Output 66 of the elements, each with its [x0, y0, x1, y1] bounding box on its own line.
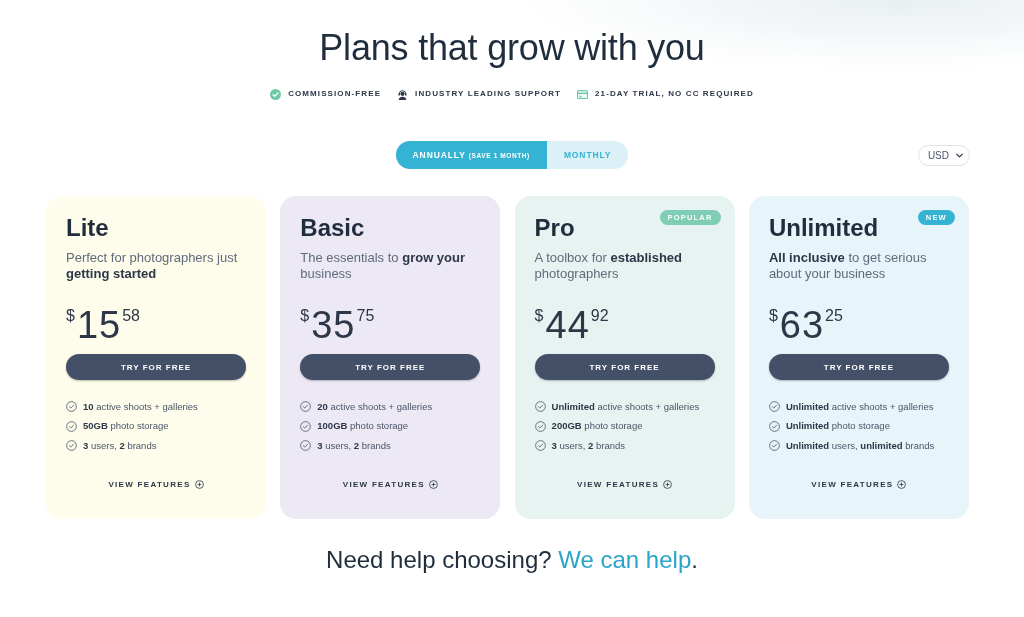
currency-select[interactable]: USD: [917, 144, 970, 166]
feature-text: Unlimited active shoots + galleries: [551, 400, 700, 413]
feature-text: 100GB photo storage: [317, 420, 409, 433]
check-circle-icon: [300, 401, 312, 413]
try-for-free-button[interactable]: TRY FOR FREE: [768, 354, 949, 380]
plan-name: Lite: [66, 213, 109, 243]
check-circle-icon: [270, 88, 282, 100]
highlight-label: COMMISSION-FREE: [288, 88, 382, 100]
check-circle-icon: [768, 420, 780, 432]
feature-text: Unlimited users, unlimited brands: [785, 439, 935, 452]
plus-circle-icon: [194, 480, 204, 489]
help-text: Need help choosing? We can help.: [326, 545, 698, 575]
price-amount: 63: [779, 304, 825, 346]
feature-text: 3 users, 2 brands: [317, 439, 391, 452]
check-circle-icon: [534, 420, 546, 432]
check-circle-icon: [300, 420, 312, 432]
try-for-free-button[interactable]: TRY FOR FREE: [534, 354, 715, 380]
feature-text: Unlimited active shoots + galleries: [785, 400, 934, 413]
feature-text: 10 active shoots + galleries: [83, 400, 198, 413]
view-features-link[interactable]: VIEW FEATURES: [811, 476, 907, 493]
feature-text: 3 users, 2 brands: [551, 439, 626, 452]
feature-text: 200GB photo storage: [551, 420, 643, 433]
price-amount: 35: [311, 304, 356, 346]
currency-symbol: $: [66, 307, 75, 325]
feature-text: 20 active shoots + galleries: [317, 400, 433, 413]
plan-description: A toolbox for established photographers: [534, 250, 683, 282]
credit-card-icon: [577, 88, 589, 100]
plan-name: Unlimited: [768, 213, 879, 243]
plan-name: Pro: [534, 213, 575, 243]
check-circle-icon: [300, 440, 312, 452]
try-for-free-button[interactable]: TRY FOR FREE: [66, 354, 246, 380]
try-for-free-button[interactable]: TRY FOR FREE: [300, 354, 481, 380]
plus-circle-icon: [897, 480, 907, 489]
plus-circle-icon: [428, 480, 438, 489]
price-cents: 58: [122, 307, 140, 325]
view-features-link[interactable]: VIEW FEATURES: [342, 476, 438, 493]
currency-symbol: $: [534, 307, 544, 325]
price-cents: 25: [825, 307, 843, 325]
highlight-label: 21-DAY TRIAL, NO CC REQUIRED: [595, 88, 754, 100]
chevron-down-icon: [956, 152, 963, 158]
check-circle-icon: [534, 401, 546, 413]
page-title: Plans that grow with you: [319, 26, 705, 70]
plan-name: Basic: [300, 213, 365, 243]
headset-person-icon: [397, 88, 409, 100]
currency-symbol: $: [300, 307, 310, 325]
check-circle-icon: [768, 440, 780, 452]
check-circle-icon: [534, 440, 546, 452]
plus-circle-icon: [663, 480, 673, 489]
plan-description: The essentials to grow your business: [300, 250, 467, 282]
check-circle-icon: [66, 440, 77, 452]
feature-text: 50GB photo storage: [83, 420, 169, 433]
price-amount: 44: [545, 304, 590, 346]
check-circle-icon: [66, 401, 77, 413]
feature-text: Unlimited photo storage: [785, 420, 890, 433]
plan-description: All inclusive to get serious about your business: [768, 250, 928, 282]
view-features-link[interactable]: VIEW FEATURES: [577, 476, 673, 493]
price-cents: 92: [590, 307, 609, 325]
feature-text: 3 users, 2 brands: [83, 439, 157, 452]
check-circle-icon: [66, 420, 77, 432]
check-circle-icon: [768, 401, 780, 413]
highlight-label: INDUSTRY LEADING SUPPORT: [415, 88, 562, 100]
view-features-link[interactable]: VIEW FEATURES: [108, 476, 204, 493]
price-amount: 15: [76, 304, 122, 346]
plan-description: Perfect for photographers just getting started: [66, 250, 239, 282]
price-cents: 75: [356, 307, 375, 325]
currency-symbol: $: [768, 307, 778, 325]
